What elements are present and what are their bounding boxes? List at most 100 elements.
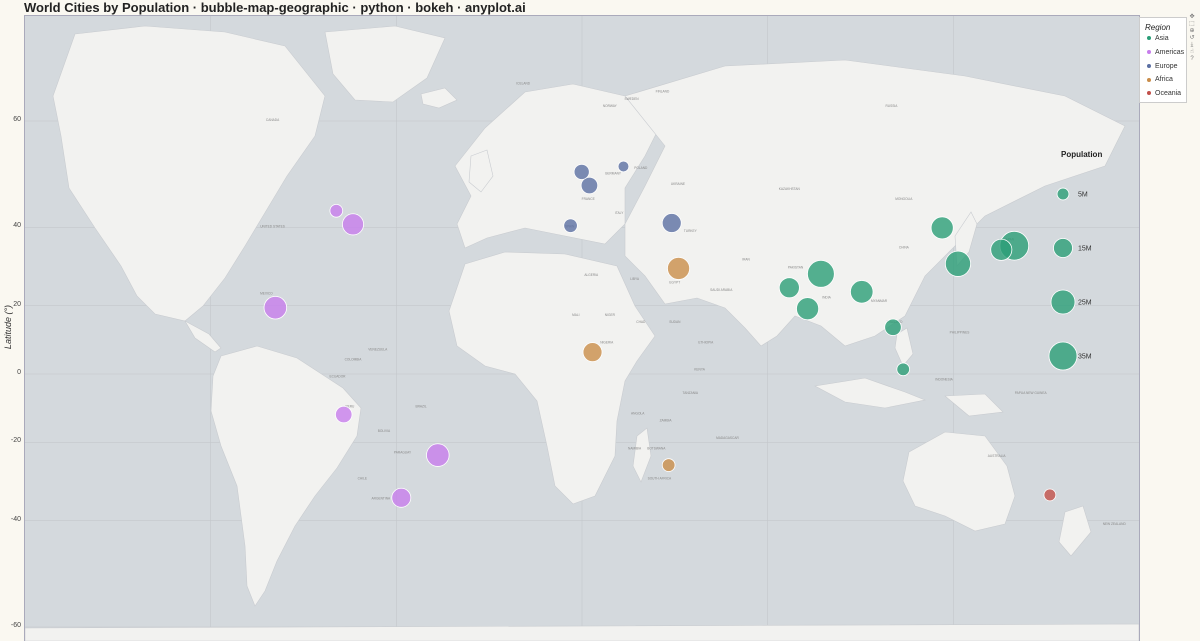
city-bubble-s-o-paulo[interactable] — [426, 443, 450, 467]
land-north-america — [52, 25, 326, 322]
country-label: NIGERIA — [600, 341, 614, 345]
land-madagascar — [632, 427, 652, 483]
hover-icon[interactable]: ☝ — [1188, 49, 1196, 55]
legend-label: Africa — [1155, 76, 1173, 84]
city-bubble-lima[interactable] — [335, 405, 353, 424]
country-label: NEW ZEALAND — [1103, 522, 1127, 526]
country-label: CHAD — [636, 320, 646, 324]
country-label: TURKEY — [684, 229, 698, 233]
legend-item-africa[interactable]: Africa — [1147, 75, 1173, 85]
city-bubble-osaka[interactable] — [990, 238, 1013, 261]
legend-item-asia[interactable]: Asia — [1147, 34, 1169, 44]
land-africa — [448, 251, 656, 505]
country-label: TANZANIA — [683, 391, 699, 395]
country-label: BRAZIL — [416, 405, 427, 409]
country-label: ITALY — [615, 211, 624, 215]
y-tick-label: -20 — [10, 437, 21, 445]
city-bubble-mumbai[interactable] — [796, 297, 820, 321]
box-zoom-icon[interactable]: ⬚ — [1188, 21, 1196, 27]
country-label: PAKISTAN — [788, 265, 804, 269]
legend-item-europe[interactable]: Europe — [1147, 62, 1178, 72]
land-australia — [902, 431, 1016, 532]
country-label: UKRAINE — [671, 182, 685, 186]
pan-icon[interactable]: ✥ — [1188, 14, 1196, 20]
city-bubble-sydney[interactable] — [1043, 488, 1057, 502]
city-bubble-dhaka[interactable] — [850, 280, 874, 304]
legend-item-americas[interactable]: Americas — [1147, 48, 1184, 58]
city-bubble-toronto[interactable] — [329, 203, 344, 218]
legend-title: Region — [1145, 23, 1171, 32]
city-bubble-singapore[interactable] — [896, 362, 910, 377]
land-indonesia — [814, 377, 927, 409]
country-label: NIGER — [605, 313, 616, 317]
legend-item-oceania[interactable]: Oceania — [1147, 89, 1181, 99]
city-bubble-new-york[interactable] — [342, 213, 365, 236]
country-label: SUDAN — [669, 320, 681, 324]
city-bubble-london[interactable] — [573, 163, 590, 180]
reset-icon[interactable]: ↺ — [1188, 35, 1196, 41]
size-legend-label: 25M — [1078, 300, 1092, 307]
save-icon[interactable]: ⤓ — [1188, 42, 1196, 48]
size-legend-title: Population — [1061, 150, 1102, 159]
legend-label: Europe — [1155, 62, 1178, 70]
country-label: KAZAKHSTAN — [779, 187, 801, 191]
land-south-america — [210, 345, 362, 607]
legend-label: Americas — [1155, 48, 1185, 56]
legend-swatch — [1147, 36, 1151, 41]
city-bubble-karachi[interactable] — [778, 277, 800, 299]
size-legend-label: 5M — [1078, 192, 1088, 199]
land-new-zealand — [1058, 505, 1092, 557]
country-label: LIBYA — [630, 277, 640, 281]
size-legend-bubble — [1050, 289, 1076, 315]
country-label: MEXICO — [260, 292, 273, 296]
country-label: CANADA — [266, 118, 280, 122]
country-label: IRAN — [742, 258, 750, 262]
city-bubble-lagos[interactable] — [582, 342, 603, 363]
city-bubble-shanghai[interactable] — [944, 250, 972, 277]
land-iceland — [420, 87, 458, 109]
country-label: ANGOLA — [631, 412, 645, 416]
country-label: MALI — [572, 313, 580, 317]
country-label: UNITED STATES — [260, 224, 285, 228]
country-label: ECUADOR — [330, 374, 347, 378]
legend-swatch — [1147, 63, 1151, 68]
y-tick-label: -40 — [10, 515, 21, 523]
wheel-zoom-icon[interactable]: ⊕ — [1188, 28, 1196, 34]
legend-swatch — [1147, 49, 1151, 54]
country-label: MYANMAR — [871, 299, 888, 303]
country-label: MONGOLIA — [895, 197, 913, 201]
city-bubble-johannesburg[interactable] — [661, 458, 676, 472]
y-tick-label: 60 — [13, 116, 21, 123]
country-label: COLOMBIA — [345, 358, 363, 362]
city-bubble-bangkok[interactable] — [884, 318, 902, 336]
city-bubble-mexico-city[interactable] — [263, 295, 288, 320]
country-label: NORWAY — [603, 104, 618, 108]
city-bubble-berlin[interactable] — [617, 160, 630, 173]
size-legend-bubble — [1053, 238, 1073, 258]
country-label: FINLAND — [656, 89, 670, 93]
city-bubble-delhi[interactable] — [807, 260, 835, 288]
country-label: INDIA — [822, 295, 831, 299]
country-label: GERMANY — [605, 172, 622, 176]
city-bubble-istanbul[interactable] — [661, 213, 682, 233]
country-label: NAMIBIA — [628, 447, 642, 451]
country-label: VENEZUELA — [368, 347, 388, 351]
country-label: POLAND — [634, 166, 648, 170]
land-antarctica — [25, 623, 1139, 641]
country-label: EGYPT — [669, 281, 680, 285]
city-bubble-madrid[interactable] — [563, 218, 578, 233]
help-icon[interactable]: ? — [1188, 56, 1196, 62]
country-label: INDONESIA — [935, 378, 953, 382]
city-bubble-buenos-aires[interactable] — [391, 487, 412, 508]
country-label: KENYA — [694, 368, 705, 372]
country-label: ALGERIA — [584, 273, 599, 277]
y-tick-label: 20 — [13, 300, 21, 308]
city-bubble-beijing[interactable] — [930, 216, 954, 240]
region-legend: Region Asia Americas Europe Africa Oceania — [1139, 17, 1187, 103]
country-label: SOUTH AFRICA — [648, 477, 672, 481]
map-plot-area[interactable]: CANADA UNITED STATES MEXICO VENEZUELA COLOMB… — [24, 15, 1140, 641]
city-bubble-cairo[interactable] — [667, 256, 691, 280]
country-label: PAPUA NEW GUINEA — [1015, 391, 1048, 395]
city-bubble-paris[interactable] — [580, 176, 599, 195]
size-legend-label: 15M — [1078, 246, 1092, 253]
